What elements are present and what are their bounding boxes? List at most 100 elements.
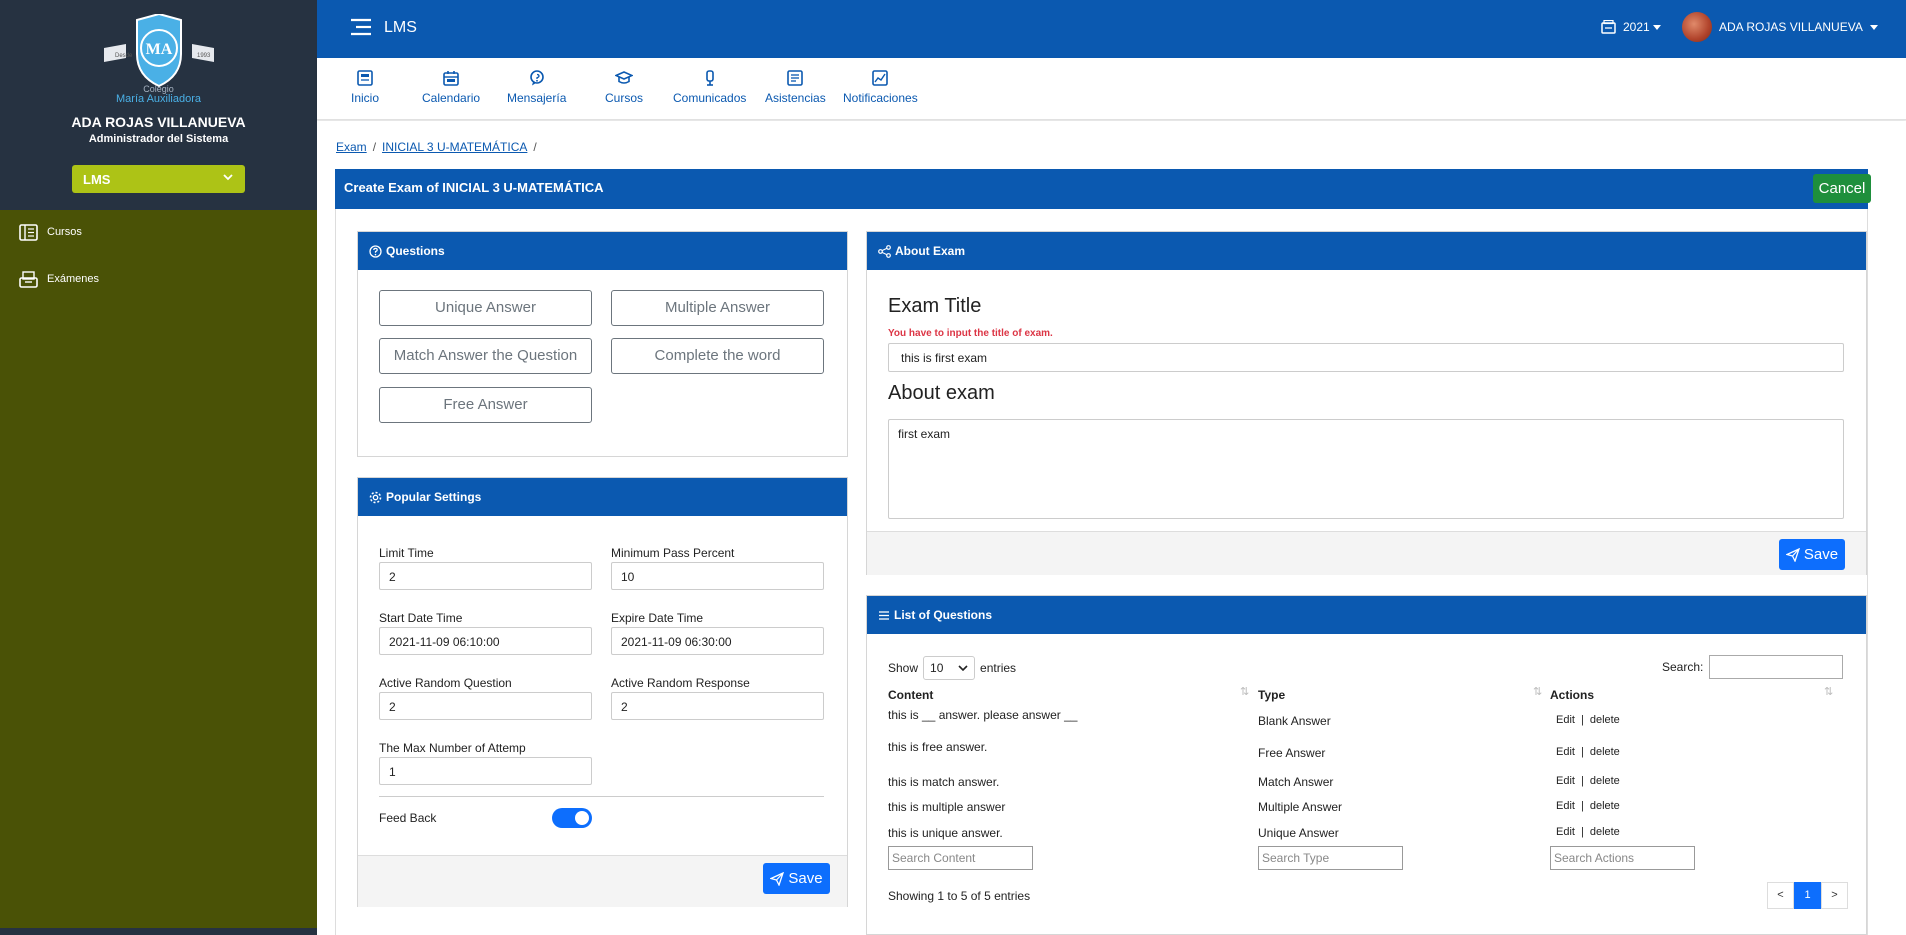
about-save-button[interactable]: Save <box>1779 539 1845 570</box>
min-pass-input[interactable]: 10 <box>611 562 824 590</box>
calendar-icon <box>443 70 459 91</box>
user-menu-name: ADA ROJAS VILLANUEVA <box>1719 20 1863 34</box>
row-type: Blank Answer <box>1258 714 1331 728</box>
nav-item-label: Cursos <box>605 91 644 105</box>
search-content-input[interactable]: Search Content <box>888 846 1033 870</box>
row-type: Free Answer <box>1258 746 1326 760</box>
sidebar-user-role: Administrador del Sistema <box>88 133 229 145</box>
settings-card-title: Popular Settings <box>386 490 482 504</box>
settings-save-button[interactable]: Save <box>763 863 830 894</box>
random-response-input[interactable]: 2 <box>611 692 824 720</box>
actions-separator: | <box>1580 775 1584 787</box>
search-label: Search: <box>1662 660 1704 674</box>
pagination-next[interactable]: > <box>1821 882 1848 909</box>
row-actions: Edit | delete <box>1556 826 1620 838</box>
nav-item-notificaciones[interactable]: Notificaciones <box>843 70 918 105</box>
delete-link[interactable]: delete <box>1590 800 1620 812</box>
column-header-actions[interactable]: Actions <box>1550 688 1594 702</box>
about-exam-card-title: About Exam <box>895 244 966 258</box>
row-content: this is multiple answer <box>888 800 1006 814</box>
app-title: LMS <box>384 19 417 36</box>
nav-item-comunicados[interactable]: Comunicados <box>673 70 746 105</box>
sort-icon[interactable]: ⇅ <box>1824 685 1833 698</box>
exam-title-heading: Exam Title <box>888 295 982 317</box>
column-header-type[interactable]: Type <box>1258 688 1285 702</box>
entries-length-control: Show 10 entries <box>888 656 1016 680</box>
settings-footer: Save <box>358 855 847 907</box>
module-select[interactable]: LMS <box>72 165 245 193</box>
edit-link[interactable]: Edit <box>1556 746 1575 758</box>
questions-card-title: Questions <box>386 244 445 258</box>
save-label: Save <box>1803 546 1839 563</box>
multiple-answer-button[interactable]: Multiple Answer <box>611 290 824 326</box>
entries-label: entries <box>980 661 1017 675</box>
year-select[interactable]: 2021 <box>1601 20 1661 34</box>
breadcrumb-link-course[interactable]: INICIAL 3 U-MATEMÁTICA <box>382 140 527 154</box>
sort-icon[interactable]: ⇅ <box>1533 685 1542 698</box>
delete-link[interactable]: delete <box>1590 746 1620 758</box>
delete-link[interactable]: delete <box>1590 826 1620 838</box>
limit-time-input[interactable]: 2 <box>379 562 592 590</box>
sidebar-item-label: Cursos <box>47 226 82 238</box>
start-date-input[interactable]: 2021-11-09 06:10:00 <box>379 627 592 655</box>
start-date-label: Start Date Time <box>379 611 463 625</box>
nav-item-inicio[interactable]: Inicio <box>351 70 379 105</box>
column-header-content[interactable]: Content <box>888 688 933 702</box>
graduation-cap-icon <box>615 70 633 91</box>
caret-down-icon <box>1652 24 1661 30</box>
delete-link[interactable]: delete <box>1590 714 1620 726</box>
edit-link[interactable]: Edit <box>1556 800 1575 812</box>
breadcrumb-separator: / <box>533 140 537 154</box>
sidebar-item-label: Exámenes <box>47 273 99 285</box>
random-question-input[interactable]: 2 <box>379 692 592 720</box>
complete-word-button[interactable]: Complete the word <box>611 338 824 374</box>
edit-link[interactable]: Edit <box>1556 826 1575 838</box>
announcement-icon <box>702 70 718 91</box>
nav-item-asistencias[interactable]: Asistencias <box>765 70 826 105</box>
questions-list-card: List of Questions Show 10 entries Search… <box>866 595 1867 935</box>
sort-icon[interactable]: ⇅ <box>1240 685 1249 698</box>
pagination-prev[interactable]: < <box>1767 882 1794 909</box>
about-exam-heading: About exam <box>888 382 995 404</box>
divider <box>379 796 824 797</box>
unique-answer-button[interactable]: Unique Answer <box>379 290 592 326</box>
about-exam-textarea[interactable]: first exam <box>888 419 1844 519</box>
feedback-toggle[interactable] <box>552 808 592 828</box>
sidebar-item-cursos[interactable]: Cursos <box>19 220 82 244</box>
sidebar-profile: MA Desde 1993 Colegio María Auxiliadora … <box>0 0 317 210</box>
user-menu[interactable]: ADA ROJAS VILLANUEVA <box>1682 12 1878 42</box>
sidebar-item-examenes[interactable]: Exámenes <box>19 267 99 291</box>
nav-item-cursos[interactable]: Cursos <box>605 70 643 105</box>
about-exam-card: About Exam Exam Title You have to input … <box>866 231 1867 575</box>
match-answer-button[interactable]: Match Answer the Question <box>379 338 592 374</box>
row-actions: Edit | delete <box>1556 775 1620 787</box>
delete-link[interactable]: delete <box>1590 775 1620 787</box>
cancel-button[interactable]: Cancel <box>1813 174 1871 203</box>
expire-date-input[interactable]: 2021-11-09 06:30:00 <box>611 627 824 655</box>
questions-list-card-header: List of Questions <box>867 596 1866 634</box>
search-actions-input[interactable]: Search Actions <box>1550 846 1695 870</box>
min-pass-label: Minimum Pass Percent <box>611 546 735 560</box>
actions-separator: | <box>1580 746 1584 758</box>
entries-select[interactable]: 10 <box>923 656 976 680</box>
edit-link[interactable]: Edit <box>1556 775 1575 787</box>
table-search-input[interactable] <box>1709 655 1843 679</box>
edit-link[interactable]: Edit <box>1556 714 1575 726</box>
pagination-page-1[interactable]: 1 <box>1794 882 1821 909</box>
table-info: Showing 1 to 5 of 5 entries <box>888 889 1031 903</box>
exam-title-input[interactable]: this is first exam <box>888 343 1844 372</box>
nav-item-calendario[interactable]: Calendario <box>422 70 480 105</box>
row-type: Multiple Answer <box>1258 800 1343 814</box>
random-response-label: Active Random Response <box>611 676 750 690</box>
row-content: this is unique answer. <box>888 826 1003 840</box>
chevron-down-icon <box>958 665 968 671</box>
share-icon <box>878 244 895 258</box>
hamburger-menu-icon[interactable] <box>351 18 371 36</box>
max-attempt-input[interactable]: 1 <box>379 757 592 785</box>
free-answer-button[interactable]: Free Answer <box>379 387 592 423</box>
svg-text:1993: 1993 <box>197 53 211 59</box>
search-type-input[interactable]: Search Type <box>1258 846 1403 870</box>
max-attempt-label: The Max Number of Attemp <box>379 741 526 755</box>
nav-item-mensajeria[interactable]: Mensajería <box>507 70 566 105</box>
breadcrumb-link-exam[interactable]: Exam <box>336 140 367 154</box>
